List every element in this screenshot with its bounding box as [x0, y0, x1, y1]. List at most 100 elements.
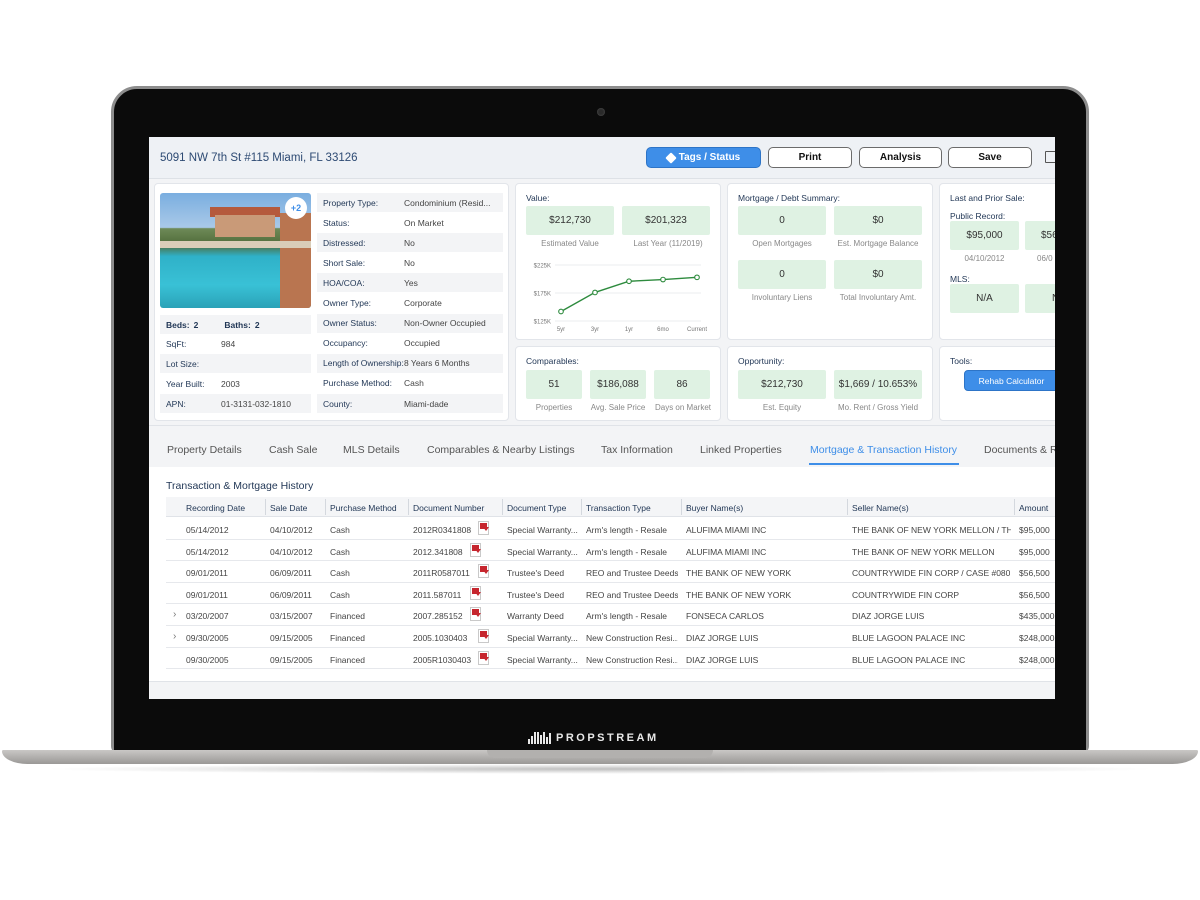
detail-value: Condominium (Resid... — [404, 198, 490, 208]
detail-label: Property Type: — [317, 198, 404, 208]
tab-linked-properties[interactable]: Linked Properties — [700, 444, 782, 456]
mls-value-2: N — [1025, 284, 1055, 313]
detail-label: Short Sale: — [317, 258, 404, 268]
rent-yield-label: Mo. Rent / Gross Yield — [830, 403, 926, 412]
table-cell: Arm's length - Resale — [586, 547, 678, 557]
detail-value: Cash — [404, 378, 424, 388]
last-sale-title: Last and Prior Sale: — [950, 193, 1025, 203]
tab-mls-details[interactable]: MLS Details — [343, 444, 400, 456]
analysis-button[interactable]: Analysis — [859, 147, 942, 168]
tab-property-details[interactable]: Property Details — [167, 444, 242, 456]
table-cell: 09/01/2011 — [186, 590, 262, 600]
rent-yield-value: $1,669 / 10.653% — [834, 370, 922, 399]
tab-documents[interactable]: Documents & R — [984, 444, 1055, 456]
pdf-document-icon[interactable] — [478, 629, 489, 643]
lot-size-row: Lot Size: — [160, 354, 311, 373]
sqft-row: SqFt:984 — [160, 334, 311, 353]
detail-label: Occupancy: — [317, 338, 404, 348]
detail-tabs: Property Details Cash Sale MLS Details C… — [149, 425, 1055, 467]
value-trend-chart: $225K$175K$125K5yr3yr1yr6moCurrent — [515, 254, 721, 336]
table-cell: 06/09/2011 — [270, 568, 322, 578]
detail-value: 8 Years 6 Months — [404, 358, 470, 368]
rehab-calculator-button[interactable]: Rehab Calculator — [964, 370, 1055, 391]
tab-comparables[interactable]: Comparables & Nearby Listings — [427, 444, 575, 456]
table-cell: 09/01/2011 — [186, 568, 262, 578]
detail-label: Owner Status: — [317, 318, 404, 328]
tab-tax-information[interactable]: Tax Information — [601, 444, 673, 456]
column-header[interactable]: Transaction Type — [586, 503, 651, 513]
table-cell: $56,500 — [1019, 568, 1055, 578]
history-table-header: Recording Date Sale Date Purchase Method Do… — [166, 497, 1055, 517]
table-cell: 09/15/2005 — [270, 633, 322, 643]
table-cell: 06/09/2011 — [270, 590, 322, 600]
tags-status-button[interactable]: Tags / Status — [646, 147, 761, 168]
value-title: Value: — [526, 193, 549, 203]
table-cell: ALUFIMA MIAMI INC — [686, 525, 844, 535]
total-involuntary-value: $0 — [834, 260, 922, 289]
detail-value: No — [404, 258, 415, 268]
brand-mark-icon — [528, 732, 551, 744]
avg-sale-price-label: Avg. Sale Price — [584, 403, 652, 412]
column-header[interactable]: Seller Name(s) — [852, 503, 909, 513]
column-header[interactable]: Buyer Name(s) — [686, 503, 743, 513]
tab-cash-sale[interactable]: Cash Sale — [269, 444, 317, 456]
column-header[interactable]: Amount — [1019, 503, 1048, 513]
table-cell: 09/30/2005 — [186, 633, 262, 643]
chart-point[interactable] — [559, 309, 564, 314]
table-cell: $95,000 — [1019, 525, 1055, 535]
print-button[interactable]: Print — [768, 147, 852, 168]
comparables-properties-label: Properties — [522, 403, 586, 412]
column-header[interactable]: Purchase Method — [330, 503, 397, 513]
chart-x-tick-label: 3yr — [591, 327, 599, 333]
detail-label: County: — [317, 399, 404, 409]
pdf-document-icon[interactable] — [478, 651, 489, 665]
panel-footer — [149, 681, 1055, 699]
column-header[interactable]: Document Number — [413, 503, 484, 513]
table-row[interactable]: 09/01/201106/09/2011Cash2011.587011Trust… — [166, 583, 1055, 605]
chart-y-tick-label: $125K — [534, 320, 551, 326]
chart-x-tick-label: Current — [687, 327, 707, 333]
last-year-value: $201,323 — [622, 206, 710, 235]
detail-row: Distressed:No — [317, 233, 503, 252]
pdf-document-icon[interactable] — [470, 607, 481, 621]
table-row[interactable]: 09/30/200509/15/2005Financed2005R1030403… — [166, 648, 1055, 670]
column-header[interactable]: Recording Date — [186, 503, 245, 513]
chart-point[interactable] — [695, 275, 700, 280]
detail-row: County:Miami-dade — [317, 394, 503, 413]
expand-row-icon[interactable]: › — [173, 609, 176, 620]
prior-record-date: 06/0 — [1025, 254, 1055, 263]
detail-value: Yes — [404, 278, 418, 288]
table-cell: Cash — [330, 525, 405, 535]
table-row[interactable]: 05/14/201204/10/2012Cash2012.341808Speci… — [166, 540, 1055, 562]
table-row[interactable]: ›09/30/200509/15/2005Financed2005.103040… — [166, 626, 1055, 648]
table-cell: COUNTRYWIDE FIN CORP — [852, 590, 1011, 600]
more-photos-badge[interactable]: +2 — [285, 197, 307, 219]
chart-point[interactable] — [627, 279, 632, 284]
pdf-document-icon[interactable] — [478, 564, 489, 578]
table-row[interactable]: ›03/20/200703/15/2007Financed2007.285152… — [166, 604, 1055, 626]
column-header[interactable]: Document Type — [507, 503, 566, 513]
mls-label: MLS: — [950, 274, 970, 284]
app-screen: 5091 NW 7th St #115 Miami, FL 33126 Tags… — [149, 137, 1055, 699]
table-cell: Financed — [330, 633, 405, 643]
expand-row-icon[interactable]: › — [173, 631, 176, 642]
pdf-document-icon[interactable] — [470, 543, 481, 557]
column-header[interactable]: Sale Date — [270, 503, 307, 513]
chart-point[interactable] — [593, 290, 598, 295]
pdf-document-icon[interactable] — [478, 521, 489, 535]
table-row[interactable]: 05/14/201204/10/2012Cash2012R0341808Spec… — [166, 518, 1055, 540]
edit-icon[interactable] — [1045, 151, 1055, 163]
chart-point[interactable] — [661, 277, 666, 282]
tools-title: Tools: — [950, 356, 972, 366]
mortgage-title: Mortgage / Debt Summary: — [738, 193, 840, 203]
apn-row: APN:01-3131-032-1810 — [160, 394, 311, 413]
table-row[interactable]: 09/01/201106/09/2011Cash2011R0587011Trus… — [166, 561, 1055, 583]
pdf-document-icon[interactable] — [470, 586, 481, 600]
save-button[interactable]: Save — [948, 147, 1032, 168]
table-cell: Special Warranty... — [507, 525, 578, 535]
tab-mortgage-history[interactable]: Mortgage & Transaction History — [810, 444, 957, 456]
table-cell: New Construction Resi... — [586, 633, 678, 643]
table-cell: $248,000 — [1019, 655, 1055, 665]
table-cell: $248,000 — [1019, 633, 1055, 643]
table-cell: REO and Trustee Deeds — [586, 568, 678, 578]
